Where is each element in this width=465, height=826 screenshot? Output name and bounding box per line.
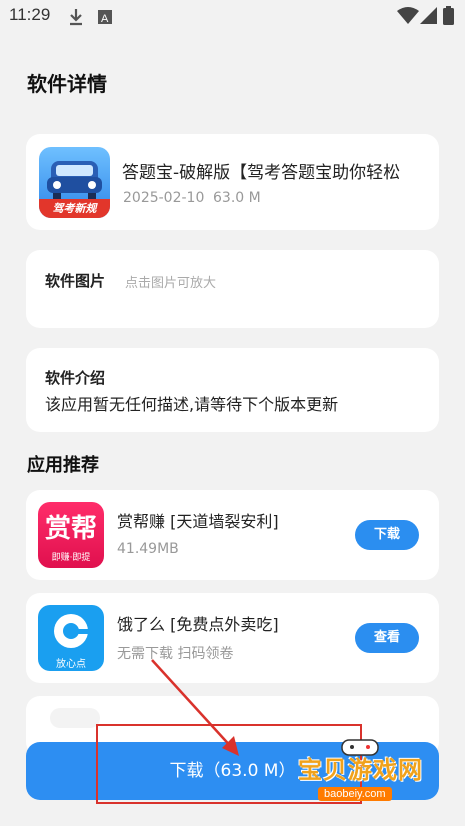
app-icon: 驾考新规: [39, 147, 110, 218]
page-title: 软件详情: [27, 72, 107, 96]
app-icon: 赏帮 即赚·即提: [38, 502, 104, 568]
app-info-card: 驾考新规 答题宝-破解版【驾考答题宝助你轻松 2025-02-10 63.0 M: [26, 134, 439, 230]
download-button[interactable]: 下载: [355, 520, 419, 550]
app-icon: [50, 708, 100, 728]
item-name: 赏帮赚 [天道墙裂安利]: [117, 512, 279, 531]
screenshots-card[interactable]: 软件图片 点击图片可放大: [26, 250, 439, 328]
eleme-logo-icon: [54, 614, 89, 648]
signal-icon: [420, 7, 437, 24]
item-meta: 41.49MB: [117, 541, 179, 557]
app-date: 2025-02-10: [123, 190, 205, 206]
wifi-icon: [397, 7, 419, 24]
app-icon-subtext: 放心点: [56, 659, 86, 670]
screenshots-hint: 点击图片可放大: [125, 276, 217, 291]
app-icon-subtext: 即赚·即提: [51, 553, 91, 563]
app-icon: 放心点: [38, 605, 104, 671]
font-a-icon: A: [98, 10, 112, 24]
app-name: 答题宝-破解版【驾考答题宝助你轻松: [122, 163, 401, 183]
app-size: 63.0 M: [213, 190, 261, 206]
screenshots-title: 软件图片: [45, 272, 106, 290]
list-item[interactable]: 赏帮 即赚·即提 赏帮赚 [天道墙裂安利] 41.49MB 下载: [26, 490, 439, 580]
intro-title: 软件介绍: [45, 369, 106, 387]
item-name: 饿了么 [免费点外卖吃]: [117, 615, 279, 634]
watermark-text: 宝贝游戏网: [298, 756, 423, 784]
app-icon-badge: 驾考新规: [39, 199, 110, 218]
status-bar: 11:29 A: [0, 0, 465, 32]
download-icon: [70, 9, 82, 26]
intro-card: 软件介绍 该应用暂无任何描述,请等待下个版本更新: [26, 348, 439, 432]
status-time: 11:29: [9, 5, 51, 24]
annotation-arrow: [151, 659, 239, 756]
app-icon-text: 赏帮: [44, 514, 97, 544]
battery-icon: [443, 6, 454, 25]
watermark-url: baobeiy.com: [318, 787, 392, 801]
recommend-title: 应用推荐: [27, 455, 99, 476]
svg-text:A: A: [101, 13, 109, 24]
view-button[interactable]: 查看: [355, 623, 419, 653]
intro-text: 该应用暂无任何描述,请等待下个版本更新: [45, 395, 339, 414]
